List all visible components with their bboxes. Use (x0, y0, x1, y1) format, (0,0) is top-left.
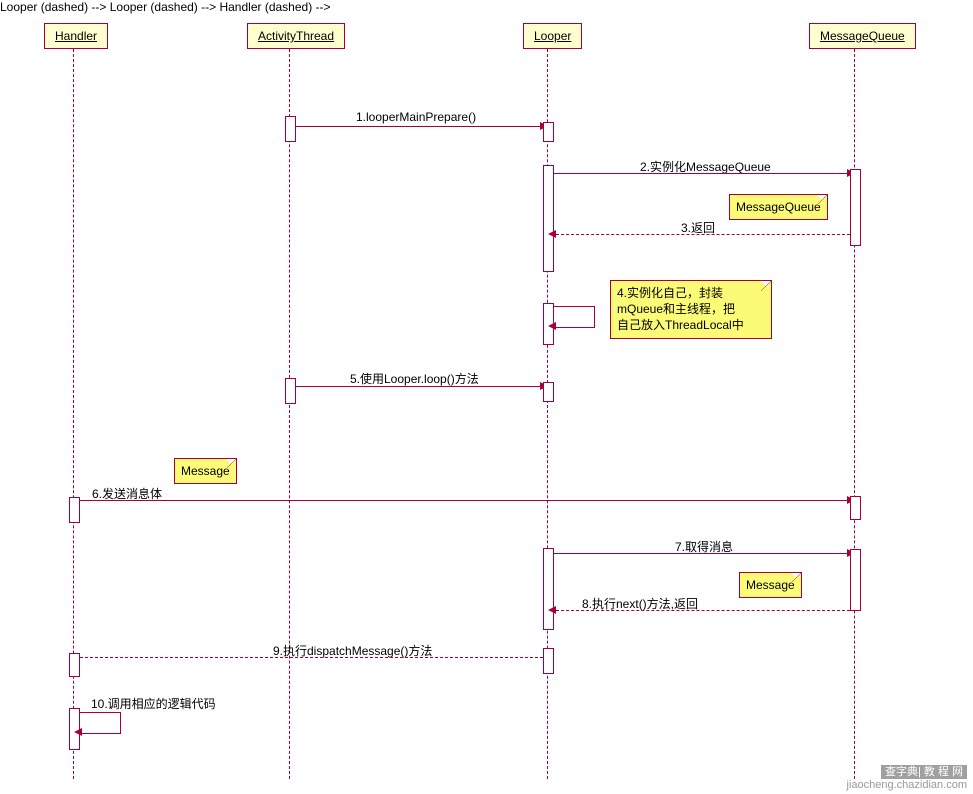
message-5: 5.使用Looper.loop()方法 (350, 370, 479, 387)
note-messagequeue: MessageQueue (729, 194, 828, 220)
message-1: 1.looperMainPrepare() (356, 110, 476, 124)
arrow (80, 500, 849, 501)
arrow (296, 126, 542, 127)
activation (69, 653, 80, 677)
arrow-head-icon (548, 230, 556, 238)
activation (285, 116, 296, 142)
sequence-diagram: Handler ActivityThread Looper MessageQue… (0, 0, 973, 794)
activation (69, 497, 80, 523)
arrow-return (556, 234, 850, 235)
arrow-head-icon (548, 322, 556, 330)
watermark-brand: 查字典| 教 程 网 (881, 765, 967, 779)
self-arrow (554, 306, 595, 328)
note-message-2: Message (739, 572, 802, 598)
note-step4: 4.实例化自己，封装 mQueue和主线程，把 自己放入ThreadLocal中 (610, 280, 772, 339)
arrow-return (80, 657, 543, 658)
participant-activitythread: ActivityThread (247, 23, 345, 49)
activation (543, 648, 554, 674)
note-message-1: Message (174, 458, 237, 484)
watermark-url: jiaocheng.chazidian.com (847, 779, 967, 791)
lifeline-activitythread (289, 49, 290, 779)
activation (543, 165, 554, 272)
participant-handler: Handler (44, 23, 108, 49)
activation (543, 548, 554, 630)
activation (285, 378, 296, 404)
activation (850, 169, 861, 246)
watermark: 查字典| 教 程 网 jiaocheng.chazidian.com (847, 766, 967, 792)
arrow (554, 553, 849, 554)
activation (850, 496, 861, 520)
activation (543, 382, 554, 402)
arrow (296, 386, 542, 387)
arrow-return (556, 610, 850, 611)
lifeline-messagequeue (854, 49, 855, 779)
activation (850, 549, 861, 611)
arrow-head-icon (548, 606, 556, 614)
arrow (554, 173, 849, 174)
activation (543, 122, 554, 142)
message-10: 10.调用相应的逻辑代码 (91, 695, 216, 712)
self-arrow (80, 712, 121, 734)
arrow-head-icon (74, 728, 82, 736)
participant-looper: Looper (523, 23, 582, 49)
participant-messagequeue: MessageQueue (809, 23, 916, 49)
